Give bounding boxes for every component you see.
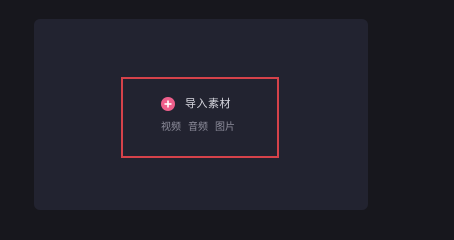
- media-type-audio: 音频: [188, 122, 208, 133]
- media-type-image: 图片: [215, 122, 235, 133]
- app-window: 导入素材 视频 音频 图片: [0, 0, 454, 237]
- plus-circle-icon: [161, 97, 175, 111]
- import-material-label: 导入素材: [185, 97, 231, 110]
- highlight-box: [121, 77, 279, 158]
- supported-types: 视频 音频 图片: [161, 120, 235, 136]
- import-material-button[interactable]: 导入素材: [161, 95, 231, 113]
- media-type-video: 视频: [161, 122, 181, 133]
